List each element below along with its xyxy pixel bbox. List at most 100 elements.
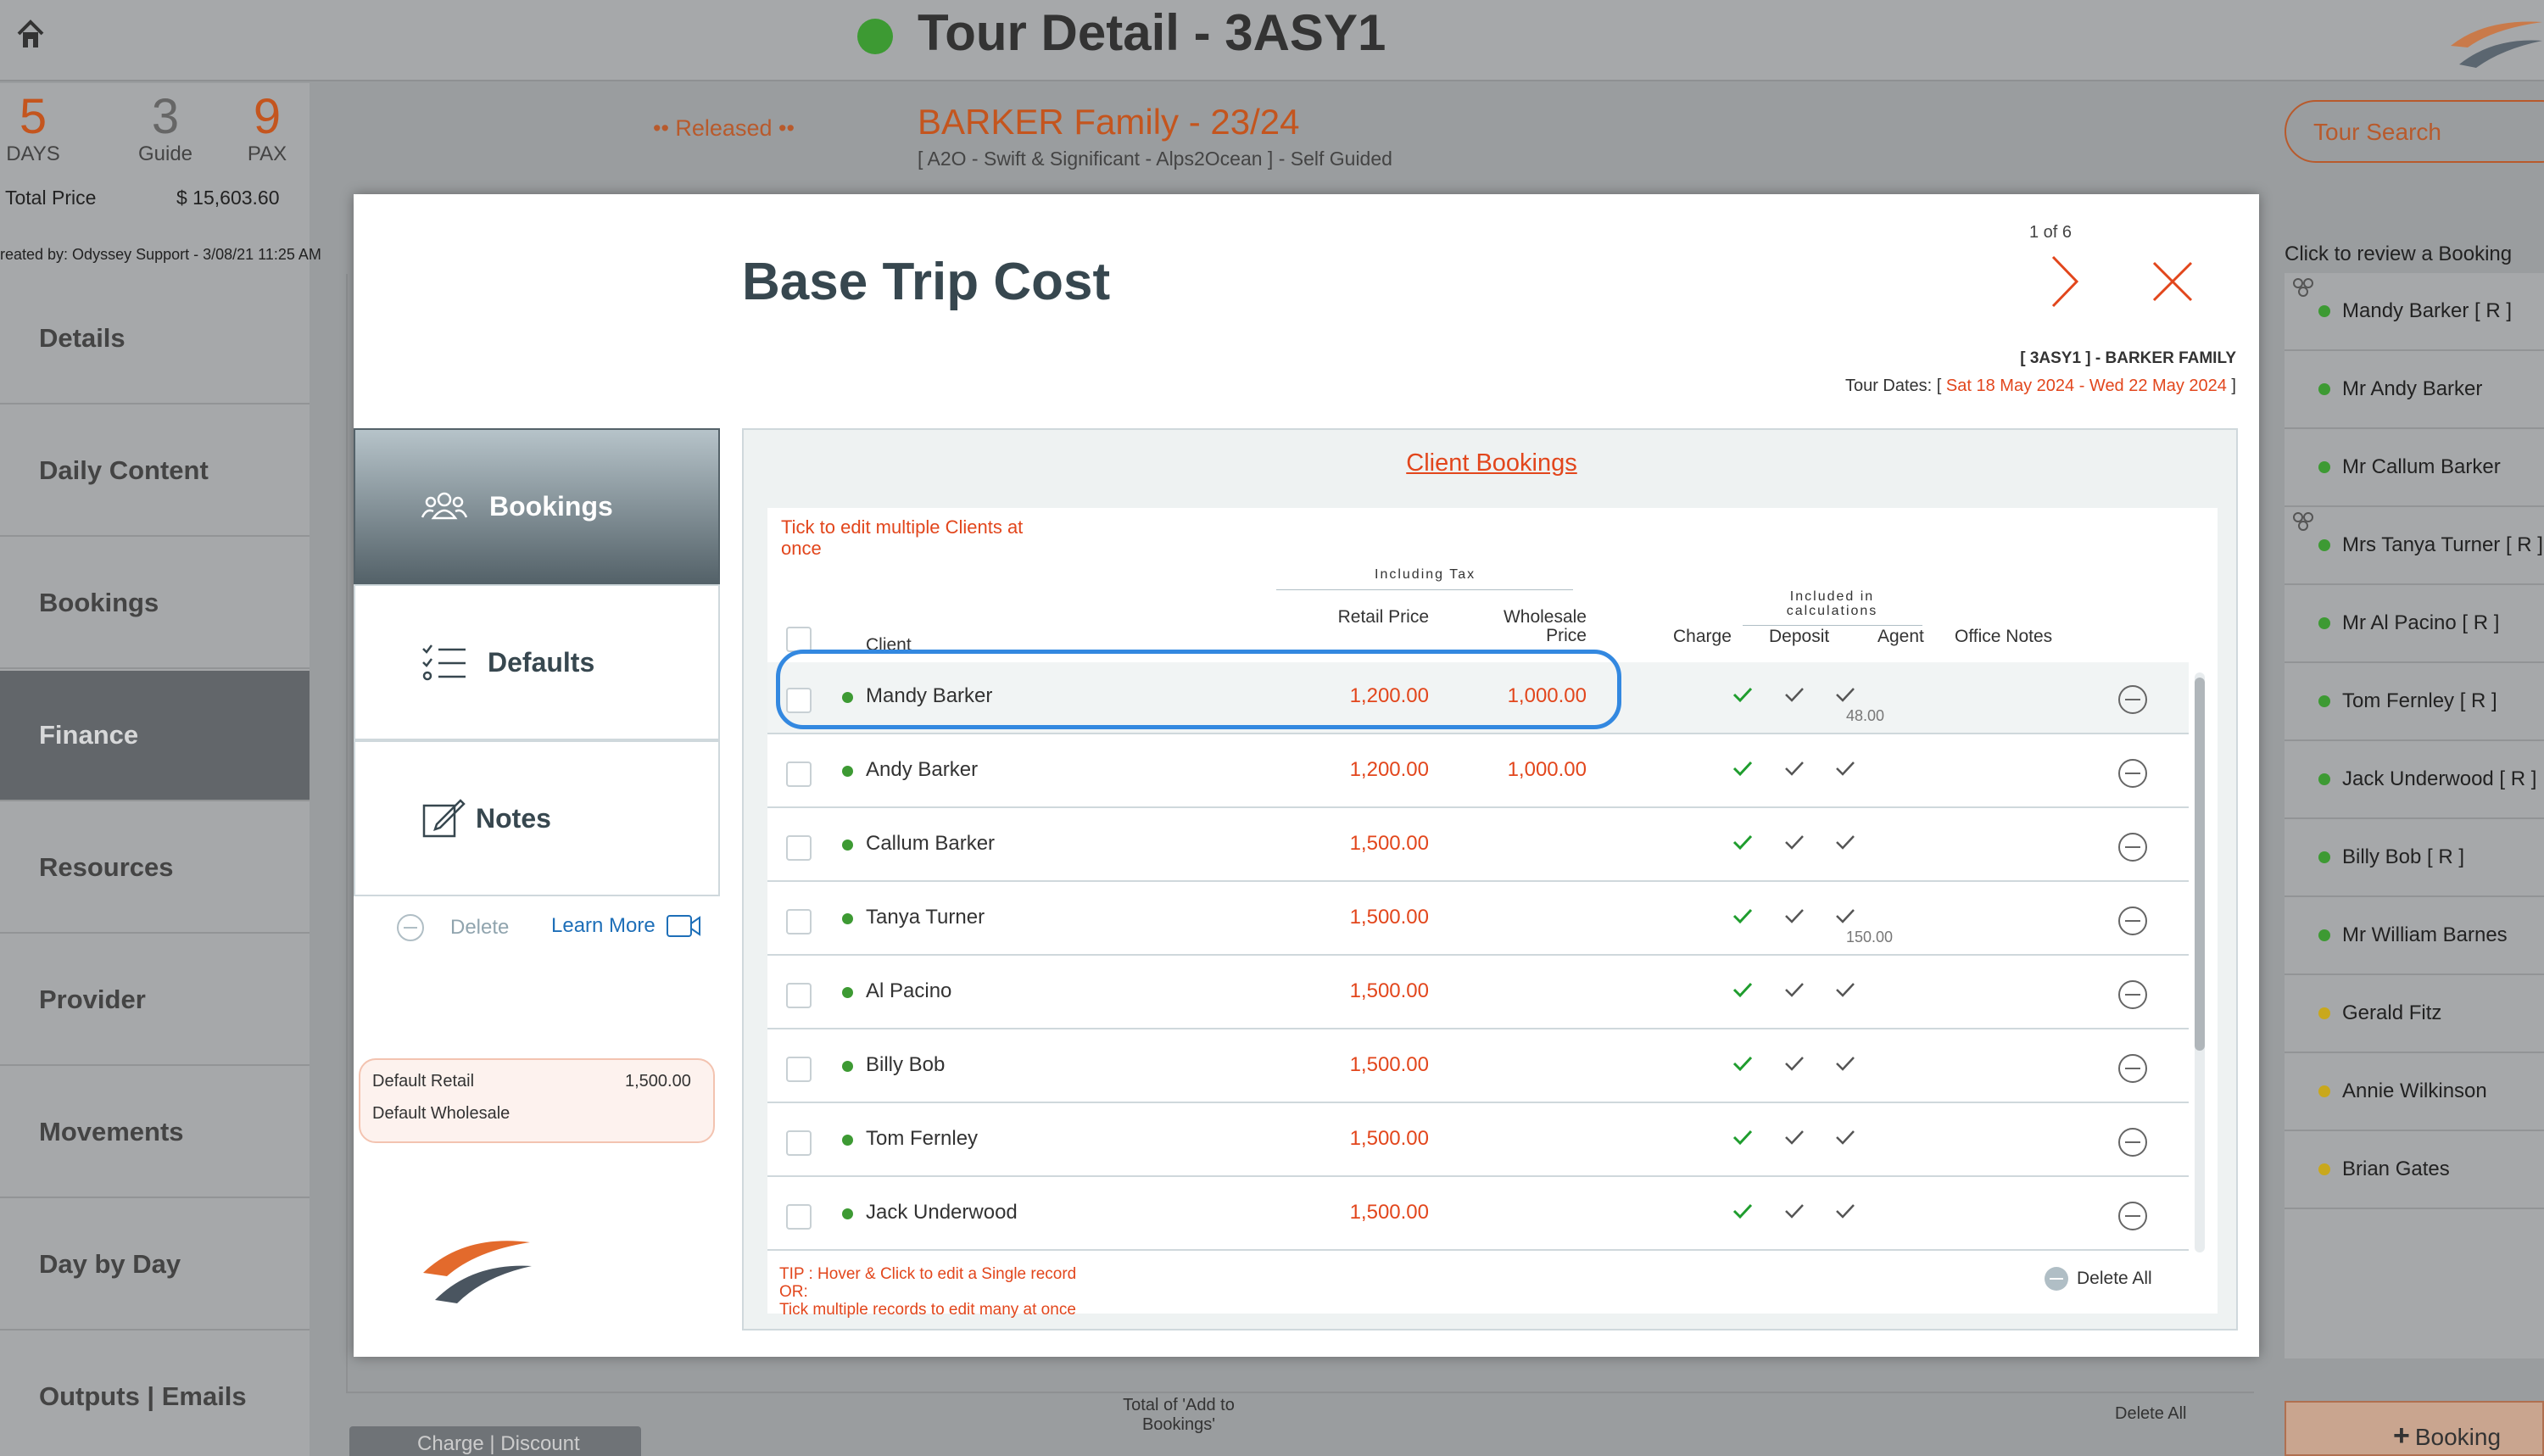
table-row[interactable]: Al Pacino 1,500.00: [767, 957, 2189, 1029]
delete-button[interactable]: Delete: [396, 913, 509, 942]
table-row[interactable]: Billy Bob 1,500.00: [767, 1031, 2189, 1103]
booking-list-item[interactable]: Jack Underwood [ R ]: [2285, 741, 2544, 819]
table-row[interactable]: Tom Fernley 1,500.00: [767, 1105, 2189, 1177]
close-icon[interactable]: [2151, 260, 2194, 303]
agent-check-icon: [1836, 761, 1855, 776]
booking-list: Mandy Barker [ R ] Mr Andy Barker Mr Callu…: [2285, 273, 2544, 1358]
row-checkbox[interactable]: [786, 909, 812, 934]
booking-list-item[interactable]: Mr Andy Barker: [2285, 351, 2544, 429]
deposit-check-icon: [1785, 1130, 1804, 1145]
including-tax-header: Including Tax: [1375, 567, 1476, 582]
charge-check-icon: [1732, 908, 1753, 924]
row-checkbox[interactable]: [786, 1057, 812, 1082]
row-checkbox[interactable]: [786, 761, 812, 787]
booking-name: Mr William Barnes: [2342, 923, 2508, 946]
booking-list-item[interactable]: Gerald Fitz: [2285, 975, 2544, 1053]
guide-stat: 3 Guide: [127, 92, 204, 166]
deposit-check-icon: [1785, 909, 1804, 923]
default-retail-label: Default Retail: [372, 1072, 475, 1091]
row-checkbox[interactable]: [786, 1204, 812, 1230]
tab-bookings-label: Bookings: [489, 490, 613, 522]
minus-circle-icon[interactable]: [2117, 1053, 2148, 1084]
sidebar-item-finance[interactable]: Finance: [0, 671, 310, 801]
client-name: Jack Underwood: [866, 1201, 1018, 1224]
delete-all-button[interactable]: Delete All: [2043, 1265, 2152, 1292]
sidebar-item-daily-content[interactable]: Daily Content: [0, 406, 310, 537]
row-checkbox[interactable]: [786, 1130, 812, 1156]
tab-notes[interactable]: Notes: [354, 740, 720, 896]
client-bookings-title[interactable]: Client Bookings: [744, 449, 2240, 477]
booking-list-item[interactable]: Billy Bob [ R ]: [2285, 819, 2544, 897]
home-icon[interactable]: [15, 15, 46, 53]
booking-name: Gerald Fitz: [2342, 1001, 2442, 1024]
row-checkbox[interactable]: [786, 835, 812, 861]
minus-circle-icon[interactable]: [2117, 979, 2148, 1010]
client-status-dot: [842, 766, 853, 777]
select-all-checkbox[interactable]: [786, 627, 812, 652]
tab-defaults[interactable]: Defaults: [354, 584, 720, 740]
sidebar-item-details[interactable]: Details: [0, 274, 310, 404]
booking-status-dot: [2318, 1007, 2330, 1019]
sidebar-item-resources[interactable]: Resources: [0, 803, 310, 934]
retail-price: 1,200.00: [1349, 758, 1429, 781]
minus-circle-icon[interactable]: [2117, 1201, 2148, 1231]
retail-price: 1,500.00: [1349, 979, 1429, 1002]
table-row[interactable]: Tanya Turner 1,500.00 150.00: [767, 884, 2189, 956]
agent-column-header: Agent: [1877, 627, 1924, 646]
booking-name: Mr Al Pacino [ R ]: [2342, 611, 2500, 634]
client-status-dot: [842, 1061, 853, 1072]
deposit-column-header: Deposit: [1769, 627, 1830, 646]
add-booking-button[interactable]: + Booking: [2285, 1401, 2544, 1456]
chevron-right-icon[interactable]: [2050, 254, 2080, 310]
booking-list-item[interactable]: Mrs Tanya Turner [ R ]: [2285, 507, 2544, 585]
agent-commission: 48.00: [1846, 707, 1885, 724]
booking-status-dot: [2318, 695, 2330, 707]
agent-check-icon: [1836, 835, 1855, 850]
minus-circle-icon[interactable]: [2117, 832, 2148, 862]
booking-list-item[interactable]: Annie Wilkinson: [2285, 1053, 2544, 1131]
tour-search-button[interactable]: Tour Search: [2285, 100, 2544, 163]
modal-title: Base Trip Cost: [742, 253, 1111, 311]
booking-status-dot: [2318, 1085, 2330, 1097]
booking-status-dot: [2318, 539, 2330, 551]
tour-date-end: Wed 22 May 2024: [2089, 377, 2227, 395]
retail-price: 1,500.00: [1349, 906, 1429, 929]
scrollbar-thumb[interactable]: [2195, 678, 2205, 1051]
booking-list-item[interactable]: Mandy Barker [ R ]: [2285, 273, 2544, 351]
booking-status-dot: [2318, 1163, 2330, 1175]
charge-check-icon: [1732, 1056, 1753, 1072]
learn-more-link[interactable]: Learn More: [551, 913, 701, 939]
sidebar-item-bookings[interactable]: Bookings: [0, 538, 310, 669]
table-row[interactable]: Andy Barker 1,200.00 1,000.00: [767, 736, 2189, 808]
booking-list-item[interactable]: Mr William Barnes: [2285, 897, 2544, 975]
minus-circle-icon[interactable]: [2117, 684, 2148, 715]
booking-list-item[interactable]: Tom Fernley [ R ]: [2285, 663, 2544, 741]
days-count: 5: [19, 89, 47, 144]
sidebar-item-provider[interactable]: Provider: [0, 935, 310, 1066]
sidebar-item-outputs-emails[interactable]: Outputs | Emails: [0, 1332, 310, 1456]
pager-text: 1 of 6: [2029, 223, 2073, 242]
minus-circle-icon[interactable]: [2117, 1127, 2148, 1158]
table-row[interactable]: Jack Underwood 1,500.00: [767, 1179, 2189, 1251]
review-booking-hint: Click to review a Booking: [2285, 243, 2513, 265]
client-status-dot: [842, 913, 853, 924]
sidebar-item-movements[interactable]: Movements: [0, 1068, 310, 1198]
pax-stat: 9 PAX: [229, 92, 305, 166]
tip-line: OR:: [779, 1283, 808, 1301]
background-delete-all[interactable]: Delete All: [2115, 1404, 2187, 1424]
sidebar-item-day-by-day[interactable]: Day by Day: [0, 1200, 310, 1330]
client-name: Tanya Turner: [866, 906, 985, 929]
minus-circle-icon[interactable]: [2117, 758, 2148, 789]
minus-circle-icon[interactable]: [2117, 906, 2148, 936]
tab-bookings[interactable]: Bookings: [354, 428, 720, 584]
booking-list-item[interactable]: Brian Gates: [2285, 1131, 2544, 1209]
charge-discount-button[interactable]: Charge | Discount: [349, 1426, 641, 1456]
booking-list-item[interactable]: Mr Al Pacino [ R ]: [2285, 585, 2544, 663]
included-in-calculations-header: Included in calculations: [1786, 589, 1878, 618]
table-row[interactable]: Callum Barker 1,500.00: [767, 810, 2189, 882]
client-rows: Mandy Barker 1,200.00 1,000.00 48.00 And…: [767, 662, 2189, 1252]
retail-price: 1,500.00: [1349, 1201, 1429, 1224]
booking-list-item[interactable]: Mr Callum Barker: [2285, 429, 2544, 507]
group-icon: [2293, 278, 2313, 297]
row-checkbox[interactable]: [786, 983, 812, 1008]
